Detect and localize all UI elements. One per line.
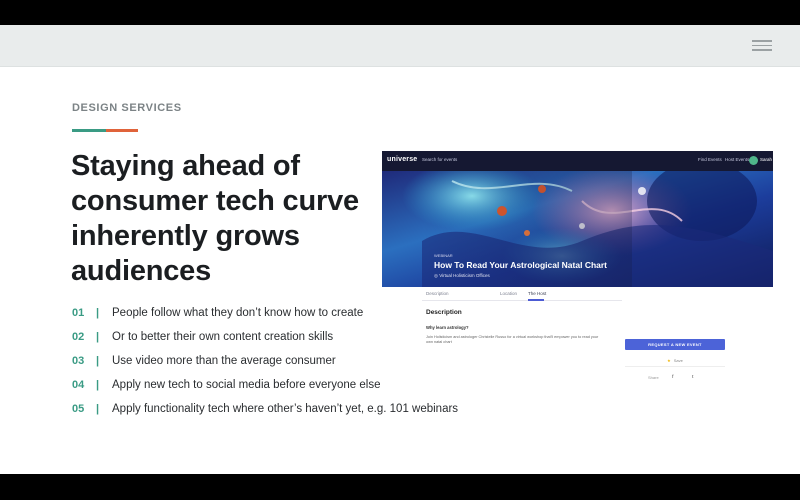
presentation-slide: DESIGN SERVICES Staying ahead of consume… [0, 25, 800, 474]
item-separator: | [96, 403, 100, 415]
item-number: 04 [72, 379, 85, 391]
item-text: Apply new tech to social media before ev… [112, 379, 381, 391]
description-heading: Description [426, 309, 462, 316]
tab-description: Description [426, 291, 449, 296]
screenshot-tabs: Description Location The Host [422, 287, 622, 301]
universe-logo: universe [387, 156, 418, 163]
facebook-icon: f [672, 374, 674, 379]
hamburger-menu-icon[interactable] [752, 40, 772, 52]
item-separator: | [96, 307, 100, 319]
screenshot-hero: WEBINAR How To Read Your Astrological Na… [382, 171, 773, 287]
item-text: Apply functionality tech where other’s h… [112, 403, 459, 415]
star-icon: ★ [667, 358, 671, 363]
item-number: 02 [72, 331, 85, 343]
description-question: Why learn astrology? [426, 325, 469, 330]
list-item: 05 | Apply functionality tech where othe… [72, 397, 492, 421]
screenshot-find-events: Find Events [698, 157, 722, 162]
save-row: ★ Save [625, 355, 725, 367]
section-eyebrow: DESIGN SERVICES [72, 102, 182, 114]
letterbox-bottom [0, 474, 800, 500]
top-bar [0, 25, 800, 67]
share-label: Share [648, 375, 659, 380]
request-event-button: REQUEST A NEW EVENT [625, 339, 725, 350]
item-number: 01 [72, 307, 85, 319]
item-separator: | [96, 379, 100, 391]
accent-divider [72, 129, 138, 132]
item-text: People follow what they don’t know how t… [112, 307, 364, 319]
tab-location: Location [500, 291, 518, 296]
hero-title: How To Read Your Astrological Natal Char… [434, 260, 608, 270]
avatar [749, 156, 758, 165]
active-tab-indicator [528, 299, 544, 301]
slide-headline: Staying ahead of consumer tech curve inh… [71, 150, 359, 287]
tab-the-host: The Host [528, 291, 547, 296]
item-text: Or to better their own content creation … [112, 331, 334, 343]
screenshot-sidebar: REQUEST A NEW EVENT ★ Save Share f t [622, 283, 728, 381]
screenshot-navbar: universe Search for events Find Events H… [382, 151, 773, 171]
letterbox-top [0, 0, 800, 25]
item-number: 03 [72, 355, 85, 367]
item-number: 05 [72, 403, 85, 415]
hero-location: ◎ Virtual Holisticism Offices [434, 273, 490, 278]
item-text: Use video more than the average consumer [112, 355, 336, 367]
screenshot-username: Sarah [760, 157, 773, 162]
screenshot-search: Search for events [422, 157, 458, 162]
item-separator: | [96, 331, 100, 343]
description-text: Join Holisticism and astrologer Christel… [426, 335, 599, 344]
screenshot-host-events: Host Events [725, 157, 750, 162]
hero-eyebrow: WEBINAR [434, 253, 453, 258]
item-separator: | [96, 355, 100, 367]
twitter-icon: t [692, 374, 694, 379]
event-page-screenshot: universe Search for events Find Events H… [382, 151, 773, 381]
